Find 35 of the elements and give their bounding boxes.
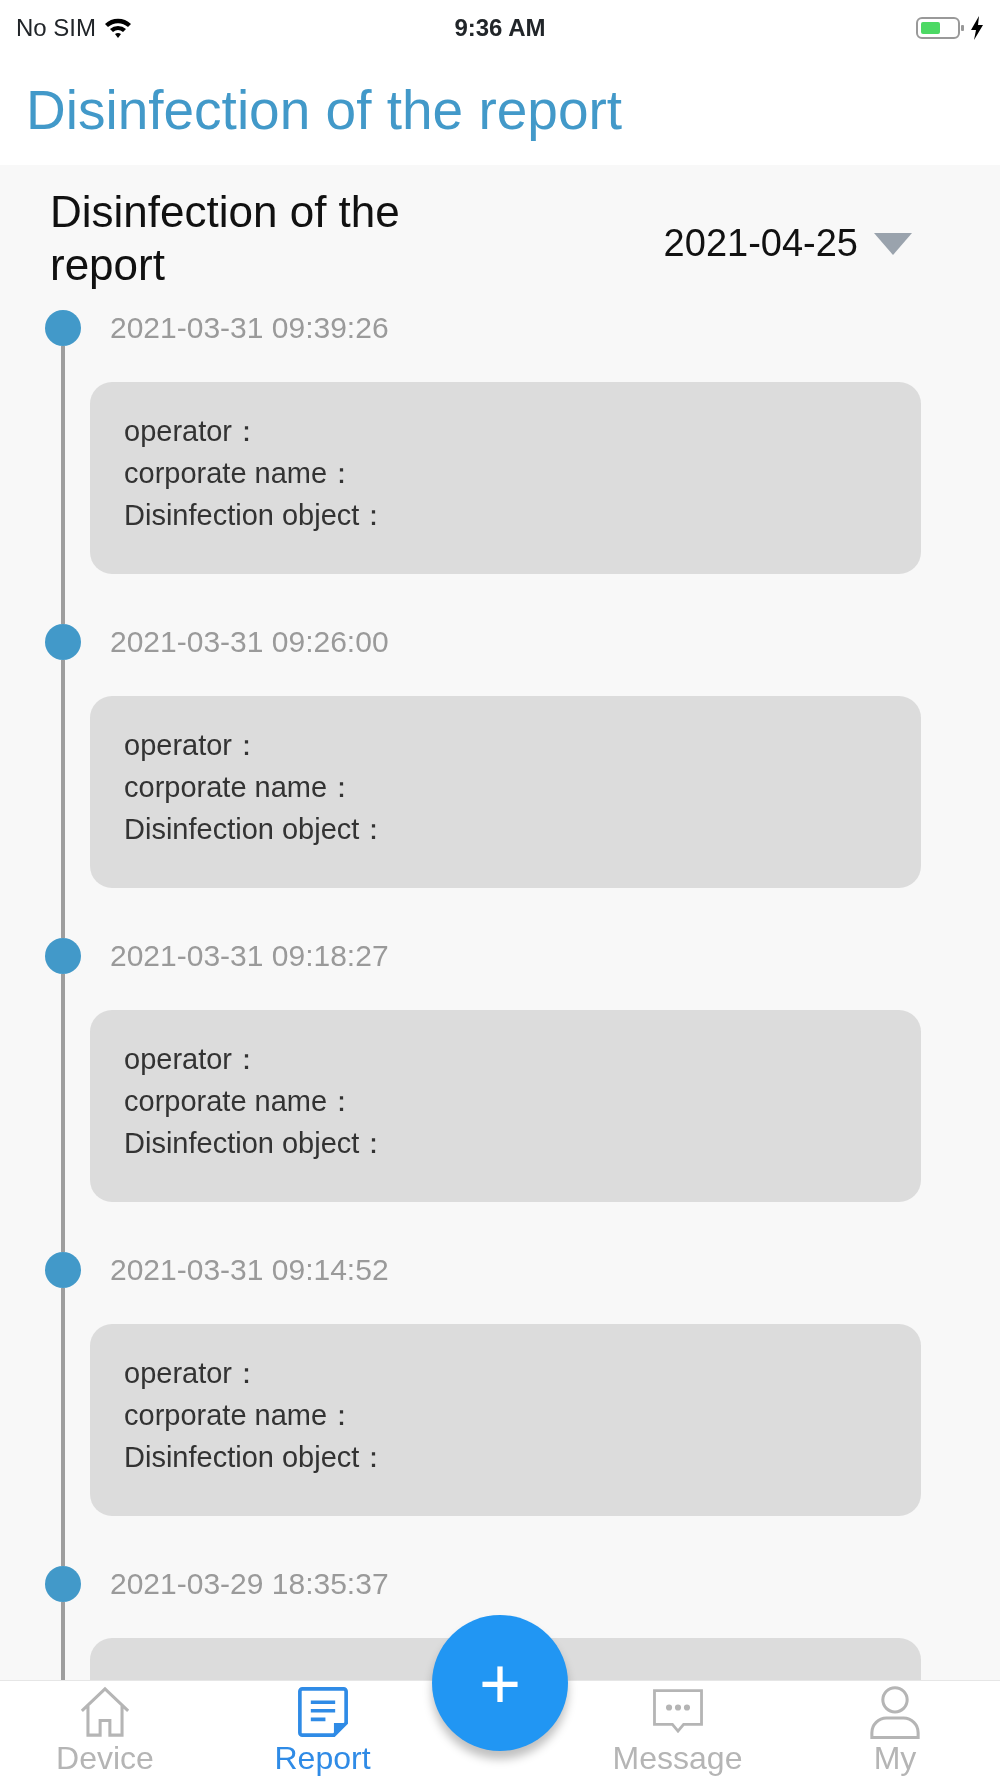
field-label: corporate name： xyxy=(124,456,358,491)
wifi-icon xyxy=(104,16,132,39)
carrier-text: No SIM xyxy=(16,12,96,43)
charging-icon xyxy=(970,15,984,40)
field-label: operator： xyxy=(124,728,262,763)
timestamp: 2021-03-31 09:18:27 xyxy=(109,938,390,974)
field-label: Disinfection object： xyxy=(124,812,390,847)
tab[interactable]: My xyxy=(790,1681,1000,1778)
timestamp: 2021-03-29 18:35:37 xyxy=(109,1566,390,1602)
date-picker[interactable]: 2021-04-25 xyxy=(663,215,912,272)
battery-icon xyxy=(916,15,966,40)
tab[interactable]: Report xyxy=(210,1681,435,1778)
timeline-dot xyxy=(44,1252,81,1288)
field-label: Disinfection object： xyxy=(124,1440,390,1475)
timestamp: 2021-03-31 09:26:00 xyxy=(109,624,390,660)
field-label: Disinfection object： xyxy=(124,498,390,533)
field-label: operator： xyxy=(124,1042,262,1077)
tab[interactable]: Message xyxy=(565,1681,790,1778)
field-label: operator： xyxy=(124,414,262,449)
field-label: Disinfection object： xyxy=(124,1126,390,1161)
timeline-dot xyxy=(44,938,81,974)
timeline-dot xyxy=(44,624,81,660)
timestamp: 2021-03-31 09:39:26 xyxy=(109,310,390,346)
field-label: operator： xyxy=(124,1356,262,1391)
field-label: corporate name： xyxy=(124,1084,358,1119)
field-label: corporate name： xyxy=(124,1398,358,1433)
dropdown-caret-icon xyxy=(874,232,912,255)
person-icon xyxy=(867,1684,923,1740)
timeline-dot xyxy=(44,310,81,346)
timeline-dot xyxy=(44,1566,81,1602)
section-title: Disinfection of the report xyxy=(50,186,401,291)
field-label: corporate name： xyxy=(124,770,358,805)
timestamp: 2021-03-31 09:14:52 xyxy=(109,1252,390,1288)
tab[interactable]: Device xyxy=(0,1681,210,1778)
clock-text: 9:36 AM xyxy=(454,12,546,43)
